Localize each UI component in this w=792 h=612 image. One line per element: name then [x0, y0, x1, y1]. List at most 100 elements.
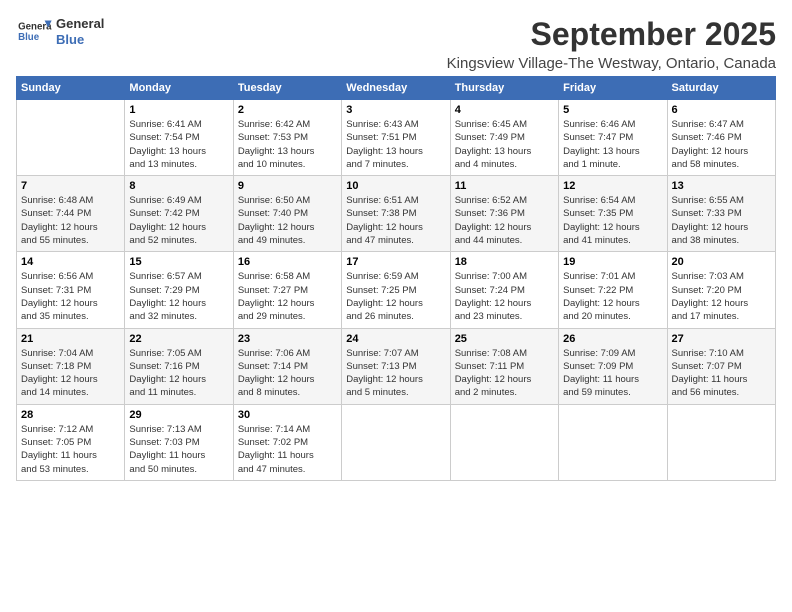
day-info: Sunrise: 7:09 AM Sunset: 7:09 PM Dayligh…	[563, 347, 662, 400]
week-row-2: 7 Sunrise: 6:48 AM Sunset: 7:44 PM Daylig…	[17, 176, 776, 252]
day-cell: 22Sunrise: 7:05 AM Sunset: 7:16 PM Dayli…	[125, 328, 233, 404]
day-number: 13	[672, 180, 771, 192]
day-info: Sunrise: 7:08 AM Sunset: 7:11 PM Dayligh…	[455, 347, 554, 400]
weekday-header-row: SundayMondayTuesdayWednesdayThursdayFrid…	[17, 77, 776, 100]
day-cell: 19Sunrise: 7:01 AM Sunset: 7:22 PM Dayli…	[559, 252, 667, 328]
day-info: Sunrise: 6:48 AM Sunset: 7:44 PM Dayligh…	[21, 194, 120, 247]
logo-text-blue: Blue	[56, 32, 104, 48]
day-info: Sunrise: 6:46 AM Sunset: 7:47 PM Dayligh…	[563, 118, 662, 171]
logo-text-general: General	[56, 16, 104, 32]
day-cell: 11 Sunrise: 6:52 AM Sunset: 7:36 PM Dayli…	[450, 176, 558, 252]
day-cell: 24 Sunrise: 7:07 AM Sunset: 7:13 PM Dayli…	[342, 328, 450, 404]
day-cell	[667, 404, 775, 480]
day-cell: 9 Sunrise: 6:50 AM Sunset: 7:40 PM Daylig…	[233, 176, 341, 252]
day-cell: 17 Sunrise: 6:59 AM Sunset: 7:25 PM Dayli…	[342, 252, 450, 328]
logo: General Blue General Blue	[16, 16, 104, 47]
day-number: 15	[129, 256, 228, 268]
day-cell: 21 Sunrise: 7:04 AM Sunset: 7:18 PM Dayli…	[17, 328, 125, 404]
day-info: Sunrise: 6:51 AM Sunset: 7:38 PM Dayligh…	[346, 194, 445, 247]
day-number: 26	[563, 333, 662, 345]
day-cell: 4 Sunrise: 6:45 AM Sunset: 7:49 PM Daylig…	[450, 100, 558, 176]
week-row-1: 1 Sunrise: 6:41 AM Sunset: 7:54 PM Daylig…	[17, 100, 776, 176]
day-cell: 27 Sunrise: 7:10 AM Sunset: 7:07 PM Dayli…	[667, 328, 775, 404]
day-number: 12	[563, 180, 662, 192]
day-info: Sunrise: 6:55 AM Sunset: 7:33 PM Dayligh…	[672, 194, 771, 247]
logo-icon: General Blue	[16, 17, 52, 47]
day-info: Sunrise: 7:04 AM Sunset: 7:18 PM Dayligh…	[21, 347, 120, 400]
day-number: 5	[563, 104, 662, 116]
day-number: 1	[129, 104, 228, 116]
day-info: Sunrise: 6:49 AM Sunset: 7:42 PM Dayligh…	[129, 194, 228, 247]
day-number: 2	[238, 104, 337, 116]
day-info: Sunrise: 6:56 AM Sunset: 7:31 PM Dayligh…	[21, 270, 120, 323]
week-row-5: 28 Sunrise: 7:12 AM Sunset: 7:05 PM Dayli…	[17, 404, 776, 480]
day-number: 6	[672, 104, 771, 116]
title-area: September 2025 Kingsview Village-The Wes…	[447, 16, 776, 72]
day-cell: 13 Sunrise: 6:55 AM Sunset: 7:33 PM Dayli…	[667, 176, 775, 252]
day-info: Sunrise: 7:07 AM Sunset: 7:13 PM Dayligh…	[346, 347, 445, 400]
day-cell: 12Sunrise: 6:54 AM Sunset: 7:35 PM Dayli…	[559, 176, 667, 252]
day-info: Sunrise: 6:45 AM Sunset: 7:49 PM Dayligh…	[455, 118, 554, 171]
day-number: 18	[455, 256, 554, 268]
day-number: 29	[129, 409, 228, 421]
day-number: 7	[21, 180, 120, 192]
weekday-header-monday: Monday	[125, 77, 233, 100]
day-cell: 28 Sunrise: 7:12 AM Sunset: 7:05 PM Dayli…	[17, 404, 125, 480]
day-number: 10	[346, 180, 445, 192]
day-info: Sunrise: 6:50 AM Sunset: 7:40 PM Dayligh…	[238, 194, 337, 247]
day-number: 16	[238, 256, 337, 268]
month-title: September 2025	[447, 16, 776, 53]
day-number: 23	[238, 333, 337, 345]
day-cell: 14Sunrise: 6:56 AM Sunset: 7:31 PM Dayli…	[17, 252, 125, 328]
weekday-header-tuesday: Tuesday	[233, 77, 341, 100]
weekday-header-saturday: Saturday	[667, 77, 775, 100]
header: General Blue General Blue September 2025…	[16, 16, 776, 72]
day-info: Sunrise: 6:47 AM Sunset: 7:46 PM Dayligh…	[672, 118, 771, 171]
day-cell: 8 Sunrise: 6:49 AM Sunset: 7:42 PM Daylig…	[125, 176, 233, 252]
day-cell: 2 Sunrise: 6:42 AM Sunset: 7:53 PM Daylig…	[233, 100, 341, 176]
day-cell: 18 Sunrise: 7:00 AM Sunset: 7:24 PM Dayli…	[450, 252, 558, 328]
day-number: 20	[672, 256, 771, 268]
day-cell	[450, 404, 558, 480]
day-number: 9	[238, 180, 337, 192]
day-cell	[17, 100, 125, 176]
day-number: 21	[21, 333, 120, 345]
day-info: Sunrise: 7:14 AM Sunset: 7:02 PM Dayligh…	[238, 423, 337, 476]
weekday-header-sunday: Sunday	[17, 77, 125, 100]
weekday-header-wednesday: Wednesday	[342, 77, 450, 100]
day-number: 30	[238, 409, 337, 421]
day-info: Sunrise: 6:59 AM Sunset: 7:25 PM Dayligh…	[346, 270, 445, 323]
day-number: 25	[455, 333, 554, 345]
day-cell: 5 Sunrise: 6:46 AM Sunset: 7:47 PM Daylig…	[559, 100, 667, 176]
day-cell	[342, 404, 450, 480]
day-cell	[559, 404, 667, 480]
day-cell: 15Sunrise: 6:57 AM Sunset: 7:29 PM Dayli…	[125, 252, 233, 328]
day-number: 17	[346, 256, 445, 268]
day-number: 28	[21, 409, 120, 421]
day-cell: 16 Sunrise: 6:58 AM Sunset: 7:27 PM Dayli…	[233, 252, 341, 328]
day-info: Sunrise: 7:10 AM Sunset: 7:07 PM Dayligh…	[672, 347, 771, 400]
day-number: 24	[346, 333, 445, 345]
day-cell: 30 Sunrise: 7:14 AM Sunset: 7:02 PM Dayli…	[233, 404, 341, 480]
weekday-header-friday: Friday	[559, 77, 667, 100]
day-number: 4	[455, 104, 554, 116]
day-cell: 26 Sunrise: 7:09 AM Sunset: 7:09 PM Dayli…	[559, 328, 667, 404]
day-info: Sunrise: 6:58 AM Sunset: 7:27 PM Dayligh…	[238, 270, 337, 323]
location-title: Kingsview Village-The Westway, Ontario, …	[447, 55, 776, 72]
day-info: Sunrise: 7:01 AM Sunset: 7:22 PM Dayligh…	[563, 270, 662, 323]
day-info: Sunrise: 7:05 AM Sunset: 7:16 PM Dayligh…	[129, 347, 228, 400]
day-info: Sunrise: 6:41 AM Sunset: 7:54 PM Dayligh…	[129, 118, 228, 171]
day-number: 8	[129, 180, 228, 192]
day-number: 11	[455, 180, 554, 192]
day-info: Sunrise: 6:52 AM Sunset: 7:36 PM Dayligh…	[455, 194, 554, 247]
day-number: 27	[672, 333, 771, 345]
day-cell: 3Sunrise: 6:43 AM Sunset: 7:51 PM Daylig…	[342, 100, 450, 176]
day-cell: 20Sunrise: 7:03 AM Sunset: 7:20 PM Dayli…	[667, 252, 775, 328]
calendar: SundayMondayTuesdayWednesdayThursdayFrid…	[16, 76, 776, 481]
day-info: Sunrise: 7:12 AM Sunset: 7:05 PM Dayligh…	[21, 423, 120, 476]
day-info: Sunrise: 6:42 AM Sunset: 7:53 PM Dayligh…	[238, 118, 337, 171]
day-cell: 10 Sunrise: 6:51 AM Sunset: 7:38 PM Dayli…	[342, 176, 450, 252]
day-info: Sunrise: 7:00 AM Sunset: 7:24 PM Dayligh…	[455, 270, 554, 323]
day-cell: 7 Sunrise: 6:48 AM Sunset: 7:44 PM Daylig…	[17, 176, 125, 252]
day-number: 3	[346, 104, 445, 116]
